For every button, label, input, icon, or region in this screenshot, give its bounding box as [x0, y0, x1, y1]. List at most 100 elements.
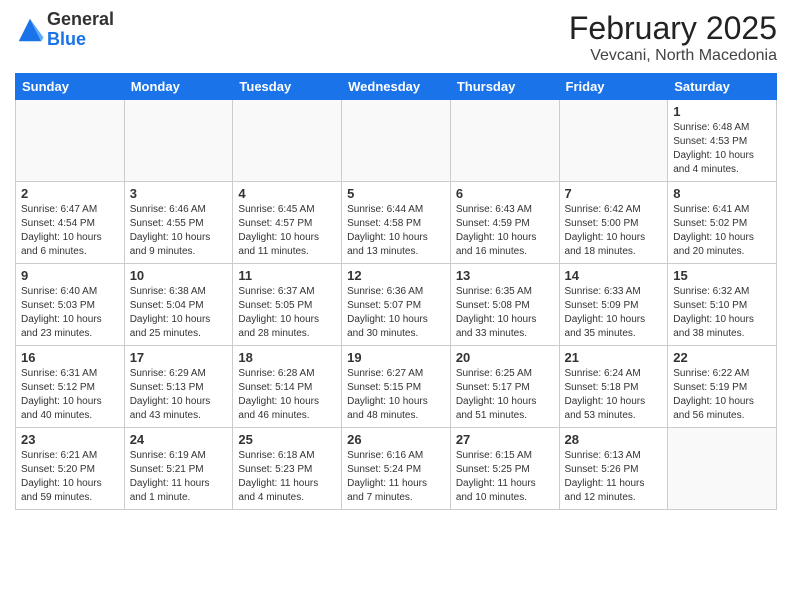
calendar-title: February 2025 [569, 10, 777, 47]
day-cell-1-4: 6 Sunrise: 6:43 AM Sunset: 4:59 PM Daylig… [450, 182, 559, 264]
day-cell-4-4: 27 Sunrise: 6:15 AM Sunset: 5:25 PM Dayli… [450, 428, 559, 510]
day-cell-1-2: 4Sunrise: 6:45 AM Sunset: 4:57 PM Daylig… [233, 182, 342, 264]
day-number: 22 [673, 350, 771, 365]
day-info: Sunrise: 6:19 AM Sunset: 5:21 PM Dayligh… [130, 449, 228, 505]
day-info: Sunrise: 6:13 AM Sunset: 5:26 PM Dayligh… [565, 449, 663, 505]
day-info: Sunrise: 6:16 AM Sunset: 5:24 PM Dayligh… [347, 449, 445, 505]
day-cell-2-1: 10 Sunrise: 6:38 AM Sunset: 5:04 PM Dayli… [124, 264, 233, 346]
day-info: Sunrise: 6:48 AM Sunset: 4:53 PM Dayligh… [673, 121, 771, 177]
day-info: Sunrise: 6:18 AM Sunset: 5:23 PM Dayligh… [238, 449, 336, 505]
day-cell-4-6 [668, 428, 777, 510]
day-number: 25 [238, 432, 336, 447]
day-cell-1-0: 2 Sunrise: 6:47 AM Sunset: 4:54 PM Daylig… [16, 182, 125, 264]
day-cell-4-5: 28Sunrise: 6:13 AM Sunset: 5:26 PM Dayli… [559, 428, 668, 510]
day-info: Sunrise: 6:46 AM Sunset: 4:55 PM Dayligh… [130, 203, 228, 259]
day-info: Sunrise: 6:29 AM Sunset: 5:13 PM Dayligh… [130, 367, 228, 423]
day-info: Sunrise: 6:25 AM Sunset: 5:17 PM Dayligh… [456, 367, 554, 423]
day-info: Sunrise: 6:43 AM Sunset: 4:59 PM Dayligh… [456, 203, 554, 259]
header-sunday: Sunday [16, 74, 125, 100]
day-number: 26 [347, 432, 445, 447]
day-cell-3-3: 19 Sunrise: 6:27 AM Sunset: 5:15 PM Dayli… [342, 346, 451, 428]
day-info: Sunrise: 6:21 AM Sunset: 5:20 PM Dayligh… [21, 449, 119, 505]
day-cell-3-0: 16 Sunrise: 6:31 AM Sunset: 5:12 PM Dayli… [16, 346, 125, 428]
day-number: 18 [238, 350, 336, 365]
day-cell-4-1: 24 Sunrise: 6:19 AM Sunset: 5:21 PM Dayli… [124, 428, 233, 510]
day-info: Sunrise: 6:37 AM Sunset: 5:05 PM Dayligh… [238, 285, 336, 341]
day-number: 24 [130, 432, 228, 447]
day-number: 15 [673, 268, 771, 283]
week-row-4: 23 Sunrise: 6:21 AM Sunset: 5:20 PM Dayli… [16, 428, 777, 510]
day-number: 8 [673, 186, 771, 201]
day-info: Sunrise: 6:15 AM Sunset: 5:25 PM Dayligh… [456, 449, 554, 505]
calendar-subtitle: Vevcani, North Macedonia [569, 47, 777, 65]
week-row-1: 2 Sunrise: 6:47 AM Sunset: 4:54 PM Daylig… [16, 182, 777, 264]
week-row-3: 16 Sunrise: 6:31 AM Sunset: 5:12 PM Dayli… [16, 346, 777, 428]
day-info: Sunrise: 6:47 AM Sunset: 4:54 PM Dayligh… [21, 203, 119, 259]
logo-text: General Blue [47, 10, 114, 50]
day-cell-0-4 [450, 100, 559, 182]
day-number: 2 [21, 186, 119, 201]
title-section: February 2025 Vevcani, North Macedonia [569, 10, 777, 65]
day-info: Sunrise: 6:44 AM Sunset: 4:58 PM Dayligh… [347, 203, 445, 259]
header-friday: Friday [559, 74, 668, 100]
day-info: Sunrise: 6:36 AM Sunset: 5:07 PM Dayligh… [347, 285, 445, 341]
day-cell-2-5: 14 Sunrise: 6:33 AM Sunset: 5:09 PM Dayli… [559, 264, 668, 346]
day-info: Sunrise: 6:38 AM Sunset: 5:04 PM Dayligh… [130, 285, 228, 341]
day-number: 9 [21, 268, 119, 283]
day-cell-2-2: 11 Sunrise: 6:37 AM Sunset: 5:05 PM Dayli… [233, 264, 342, 346]
day-number: 11 [238, 268, 336, 283]
day-info: Sunrise: 6:33 AM Sunset: 5:09 PM Dayligh… [565, 285, 663, 341]
day-cell-2-4: 13 Sunrise: 6:35 AM Sunset: 5:08 PM Dayli… [450, 264, 559, 346]
day-cell-4-0: 23 Sunrise: 6:21 AM Sunset: 5:20 PM Dayli… [16, 428, 125, 510]
day-number: 10 [130, 268, 228, 283]
header-wednesday: Wednesday [342, 74, 451, 100]
day-info: Sunrise: 6:42 AM Sunset: 5:00 PM Dayligh… [565, 203, 663, 259]
week-row-2: 9 Sunrise: 6:40 AM Sunset: 5:03 PM Daylig… [16, 264, 777, 346]
day-number: 13 [456, 268, 554, 283]
day-number: 5 [347, 186, 445, 201]
day-cell-0-5 [559, 100, 668, 182]
day-info: Sunrise: 6:27 AM Sunset: 5:15 PM Dayligh… [347, 367, 445, 423]
day-cell-2-6: 15Sunrise: 6:32 AM Sunset: 5:10 PM Dayli… [668, 264, 777, 346]
day-number: 17 [130, 350, 228, 365]
day-cell-1-1: 3 Sunrise: 6:46 AM Sunset: 4:55 PM Daylig… [124, 182, 233, 264]
day-number: 21 [565, 350, 663, 365]
day-number: 27 [456, 432, 554, 447]
logo-blue: Blue [47, 30, 114, 50]
day-cell-0-3 [342, 100, 451, 182]
header-monday: Monday [124, 74, 233, 100]
day-cell-1-6: 8 Sunrise: 6:41 AM Sunset: 5:02 PM Daylig… [668, 182, 777, 264]
header-thursday: Thursday [450, 74, 559, 100]
day-info: Sunrise: 6:28 AM Sunset: 5:14 PM Dayligh… [238, 367, 336, 423]
day-number: 19 [347, 350, 445, 365]
day-number: 16 [21, 350, 119, 365]
day-cell-3-4: 20 Sunrise: 6:25 AM Sunset: 5:17 PM Dayli… [450, 346, 559, 428]
page-container: General Blue February 2025 Vevcani, Nort… [0, 0, 792, 520]
day-info: Sunrise: 6:31 AM Sunset: 5:12 PM Dayligh… [21, 367, 119, 423]
day-info: Sunrise: 6:35 AM Sunset: 5:08 PM Dayligh… [456, 285, 554, 341]
day-cell-0-2 [233, 100, 342, 182]
logo-general: General [47, 10, 114, 30]
day-info: Sunrise: 6:40 AM Sunset: 5:03 PM Dayligh… [21, 285, 119, 341]
day-cell-3-2: 18 Sunrise: 6:28 AM Sunset: 5:14 PM Dayli… [233, 346, 342, 428]
logo: General Blue [15, 10, 114, 50]
day-number: 20 [456, 350, 554, 365]
day-info: Sunrise: 6:41 AM Sunset: 5:02 PM Dayligh… [673, 203, 771, 259]
day-cell-4-3: 26 Sunrise: 6:16 AM Sunset: 5:24 PM Dayli… [342, 428, 451, 510]
day-cell-4-2: 25 Sunrise: 6:18 AM Sunset: 5:23 PM Dayli… [233, 428, 342, 510]
day-number: 3 [130, 186, 228, 201]
day-cell-2-3: 12Sunrise: 6:36 AM Sunset: 5:07 PM Dayli… [342, 264, 451, 346]
day-number: 14 [565, 268, 663, 283]
header: General Blue February 2025 Vevcani, Nort… [15, 10, 777, 65]
day-info: Sunrise: 6:45 AM Sunset: 4:57 PM Dayligh… [238, 203, 336, 259]
day-info: Sunrise: 6:24 AM Sunset: 5:18 PM Dayligh… [565, 367, 663, 423]
day-cell-3-6: 22Sunrise: 6:22 AM Sunset: 5:19 PM Dayli… [668, 346, 777, 428]
day-number: 6 [456, 186, 554, 201]
day-cell-0-0 [16, 100, 125, 182]
calendar-table: Sunday Monday Tuesday Wednesday Thursday… [15, 73, 777, 510]
day-cell-3-5: 21 Sunrise: 6:24 AM Sunset: 5:18 PM Dayli… [559, 346, 668, 428]
day-number: 7 [565, 186, 663, 201]
day-cell-3-1: 17 Sunrise: 6:29 AM Sunset: 5:13 PM Dayli… [124, 346, 233, 428]
day-cell-1-5: 7 Sunrise: 6:42 AM Sunset: 5:00 PM Daylig… [559, 182, 668, 264]
day-number: 23 [21, 432, 119, 447]
